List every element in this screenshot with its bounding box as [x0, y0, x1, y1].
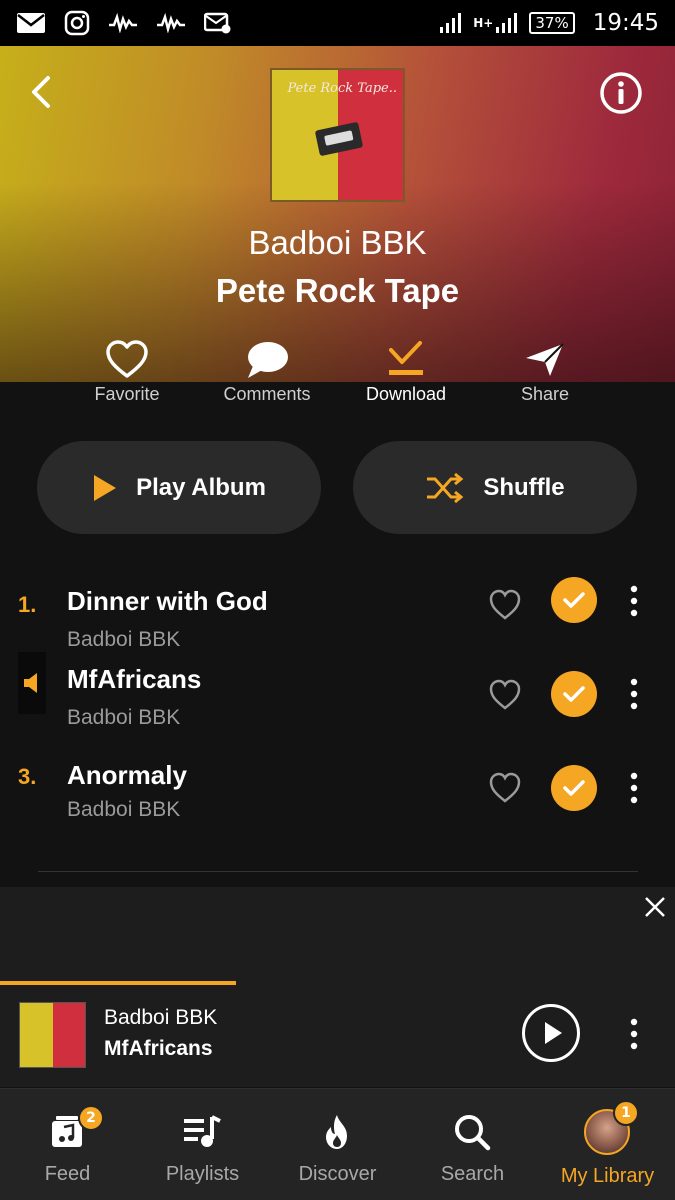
audiomack-icon	[109, 13, 137, 33]
track-artist: Badboi BBK	[67, 706, 181, 729]
clock: 19:45	[592, 10, 659, 36]
mini-player[interactable]: Badboi BBK MfAfricans	[0, 887, 675, 1087]
track-artist: Badboi BBK	[67, 628, 181, 651]
paper-plane-icon	[526, 343, 564, 376]
notification-icons	[16, 10, 232, 36]
download-button[interactable]: Download	[336, 340, 476, 405]
comments-label: Comments	[223, 384, 311, 404]
favorite-label: Favorite	[94, 384, 160, 404]
mail-settings-icon	[204, 12, 231, 34]
speech-bubble-icon	[248, 342, 288, 378]
network-type: H+	[473, 16, 494, 30]
library-badge: 1	[613, 1100, 639, 1126]
shuffle-icon	[427, 472, 464, 503]
favorite-button[interactable]: Favorite	[57, 340, 197, 405]
mail-icon	[17, 13, 45, 33]
close-icon[interactable]	[641, 893, 669, 921]
share-label: Share	[520, 384, 570, 404]
search-icon	[455, 1115, 491, 1151]
favorite-track-icon[interactable]	[488, 588, 522, 622]
track-row[interactable]: 3. Anormaly Badboi BBK	[0, 760, 675, 858]
mini-player-artist: Badboi BBK	[104, 1006, 218, 1029]
signal-icon	[440, 13, 462, 33]
speaker-icon	[24, 673, 37, 693]
heart-outline-icon	[106, 340, 148, 378]
track-title: Dinner with God	[67, 586, 268, 616]
nav-search[interactable]: Search	[405, 1089, 540, 1200]
more-options-icon[interactable]	[622, 1017, 646, 1051]
more-options-icon[interactable]	[622, 771, 646, 805]
nav-my-library-label: My Library	[560, 1165, 655, 1187]
share-button[interactable]: Share	[475, 340, 615, 405]
playlists-icon	[184, 1115, 221, 1147]
shuffle-button[interactable]: Shuffle	[353, 441, 637, 534]
audiomack-icon-2	[157, 13, 185, 33]
nav-feed-label: Feed	[44, 1163, 91, 1185]
battery-indicator: 37%	[529, 12, 575, 34]
downloaded-check-icon[interactable]	[551, 671, 597, 717]
download-check-icon	[389, 341, 423, 375]
nav-playlists[interactable]: Playlists	[135, 1089, 270, 1200]
more-options-icon[interactable]	[622, 584, 646, 618]
play-album-label: Play Album	[136, 473, 266, 501]
track-title: MfAfricans	[67, 664, 202, 694]
mini-player-title: MfAfricans	[104, 1037, 213, 1060]
bottom-nav: 2 Feed Playlists Discover Search My Libr…	[0, 1088, 675, 1200]
status-bar: H+ 37% 19:45	[0, 0, 675, 46]
playback-progress-fill	[0, 981, 237, 985]
album-title: Pete Rock Tape	[215, 272, 460, 309]
info-icon[interactable]	[599, 71, 643, 115]
track-number: 1.	[18, 592, 37, 617]
feed-badge: 2	[78, 1105, 104, 1131]
play-icon	[94, 474, 117, 501]
track-number: 3.	[18, 764, 37, 789]
nav-feed[interactable]: 2 Feed	[0, 1089, 135, 1200]
shuffle-label: Shuffle	[483, 473, 565, 501]
track-title: Anormaly	[67, 760, 187, 790]
signal-icon-2	[496, 13, 518, 33]
mini-player-cover	[19, 1002, 86, 1068]
play-circle-icon[interactable]	[521, 1003, 581, 1063]
more-options-icon[interactable]	[622, 677, 646, 711]
track-row-playing[interactable]: MfAfricans Badboi BBK	[0, 652, 675, 746]
nav-discover[interactable]: Discover	[270, 1089, 405, 1200]
artist-name[interactable]: Badboi BBK	[0, 224, 675, 262]
action-row: Favorite Comments Download Share	[0, 340, 675, 412]
favorite-track-icon[interactable]	[488, 678, 522, 712]
nav-search-label: Search	[440, 1163, 505, 1185]
instagram-icon	[64, 10, 90, 36]
nav-discover-label: Discover	[298, 1163, 377, 1185]
play-album-button[interactable]: Play Album	[37, 441, 321, 534]
downloaded-check-icon[interactable]	[551, 577, 597, 623]
list-divider	[38, 871, 638, 872]
back-arrow-icon[interactable]	[22, 72, 62, 112]
album-header: Pete Rock Tape.. Badboi BBK Pete Rock Ta…	[0, 46, 675, 382]
flame-icon	[326, 1115, 347, 1149]
playback-progress[interactable]	[0, 981, 675, 985]
download-label: Download	[365, 384, 447, 404]
album-cover: Pete Rock Tape..	[270, 68, 405, 202]
comments-button[interactable]: Comments	[197, 340, 337, 405]
cover-script: Pete Rock Tape..	[287, 81, 397, 96]
downloaded-check-icon[interactable]	[551, 765, 597, 811]
favorite-track-icon[interactable]	[488, 771, 522, 805]
now-playing-indicator	[18, 652, 46, 714]
nav-playlists-label: Playlists	[165, 1163, 240, 1185]
track-artist: Badboi BBK	[67, 798, 181, 821]
